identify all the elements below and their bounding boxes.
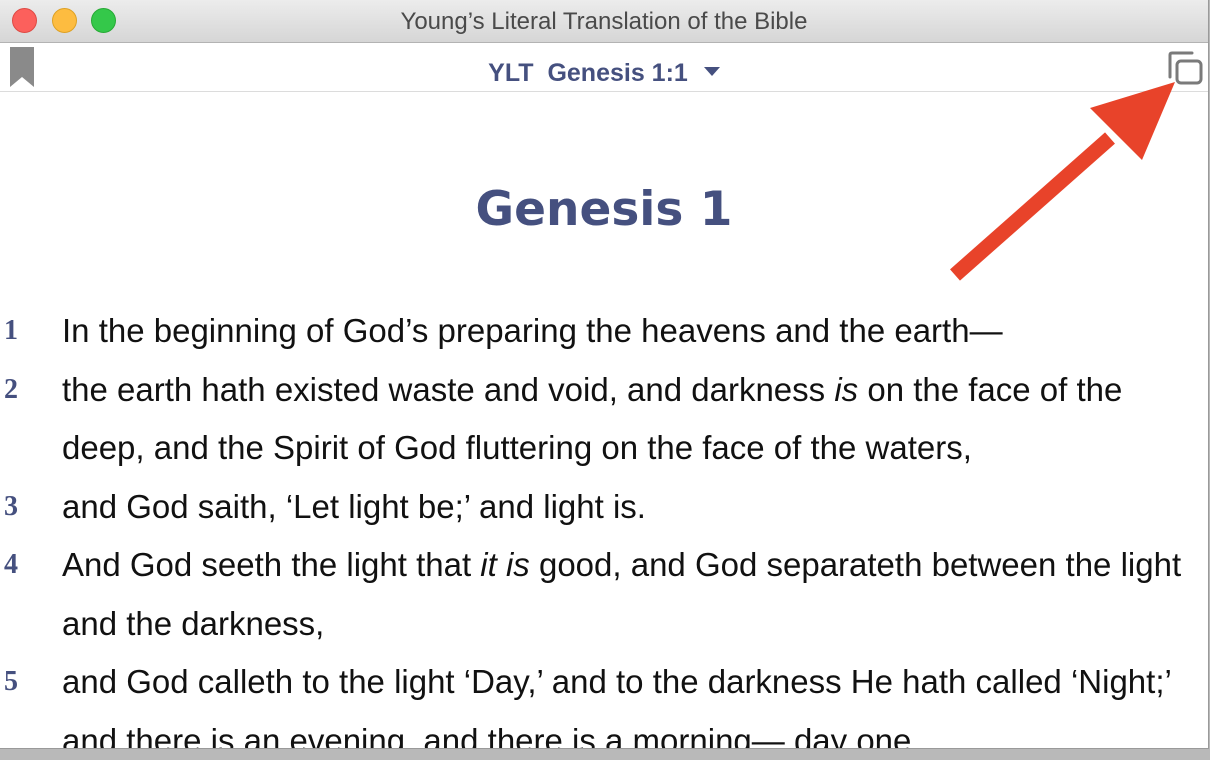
reference-label: Genesis 1:1 [547, 59, 688, 87]
verse: 2 the earth hath existed waste and void, … [0, 361, 1208, 478]
text-segment: and God saith, ‘Let light be;’ and light… [62, 487, 646, 525]
verse-number[interactable]: 4 [4, 536, 18, 595]
text-segment: In the beginning of God’s preparing the … [62, 312, 1003, 349]
duplicate-window-icon[interactable] [1166, 51, 1204, 92]
verse-text: the earth hath existed waste and void, a… [62, 361, 1188, 478]
verse-text: and God calleth to the light ‘Day,’ and … [62, 653, 1188, 749]
reference-selector[interactable]: YLT Genesis 1:1 [0, 55, 1208, 88]
text-segment: and God calleth to the light ‘Day,’ and … [62, 663, 1171, 749]
verse: 5 and God calleth to the light ‘Day,’ and… [0, 653, 1208, 749]
app-window: Young’s Literal Translation of the Bible… [0, 0, 1209, 749]
verse-number[interactable]: 3 [4, 478, 18, 537]
italic-segment: is [834, 370, 859, 408]
verse: 4 And God seeth the light that it is good… [0, 536, 1208, 653]
text-segment: And God seeth the light that [62, 546, 481, 583]
reading-pane[interactable]: Genesis 1 1 In the beginning of God’s pre… [0, 92, 1208, 748]
verse-number[interactable]: 2 [4, 361, 18, 420]
title-bar: Young’s Literal Translation of the Bible [0, 0, 1208, 43]
verse-list: 1 In the beginning of God’s preparing the… [0, 302, 1208, 749]
verse-number[interactable]: 5 [4, 653, 18, 712]
italic-segment: it is [480, 546, 530, 583]
version-label: YLT [488, 59, 534, 87]
verse-text: In the beginning of God’s preparing the … [62, 302, 1188, 361]
caret-down-icon [703, 55, 720, 84]
toolbar: YLT Genesis 1:1 [0, 43, 1208, 92]
verse: 1 In the beginning of God’s preparing the… [0, 302, 1208, 361]
chapter-heading: Genesis 1 [475, 182, 733, 237]
verse-text: And God seeth the light that it is good,… [62, 536, 1188, 653]
text-segment: the earth hath existed waste and void, a… [62, 370, 835, 408]
window-title: Young’s Literal Translation of the Bible [400, 8, 808, 35]
verse-text: and God saith, ‘Let light be;’ and light… [62, 478, 1188, 537]
verse-number[interactable]: 1 [4, 302, 18, 361]
verse: 3 and God saith, ‘Let light be;’ and ligh… [0, 478, 1208, 537]
